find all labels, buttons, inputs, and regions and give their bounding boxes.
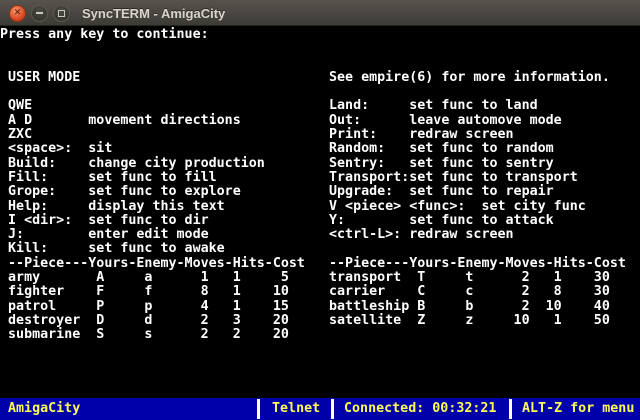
syncterm-window: ✕ SyncTERM - AmigaCity Press any key to … — [0, 0, 640, 420]
terminal-area: Press any key to continue: USER MODE See… — [0, 26, 640, 398]
close-button[interactable]: ✕ — [9, 4, 26, 22]
minimize-icon — [36, 12, 43, 14]
status-menu-hint: ALT-Z for menu — [522, 401, 635, 416]
status-protocol: Telnet — [272, 401, 321, 416]
terminal-screen[interactable]: Press any key to continue: USER MODE See… — [0, 26, 640, 343]
status-separator — [331, 399, 334, 419]
status-bbs-name: AmigaCity — [8, 401, 81, 416]
maximize-button[interactable] — [53, 4, 70, 22]
status-connected-timer: Connected: 00:32:21 — [344, 401, 497, 416]
maximize-icon — [58, 9, 65, 17]
close-icon: ✕ — [13, 7, 22, 18]
minimize-button[interactable] — [31, 4, 48, 22]
status-separator — [257, 399, 260, 419]
window-titlebar: ✕ SyncTERM - AmigaCity — [0, 0, 640, 26]
status-separator — [509, 399, 512, 419]
status-bar: AmigaCity Telnet Connected: 00:32:21 ALT… — [0, 398, 640, 420]
window-title: SyncTERM - AmigaCity — [82, 5, 226, 21]
